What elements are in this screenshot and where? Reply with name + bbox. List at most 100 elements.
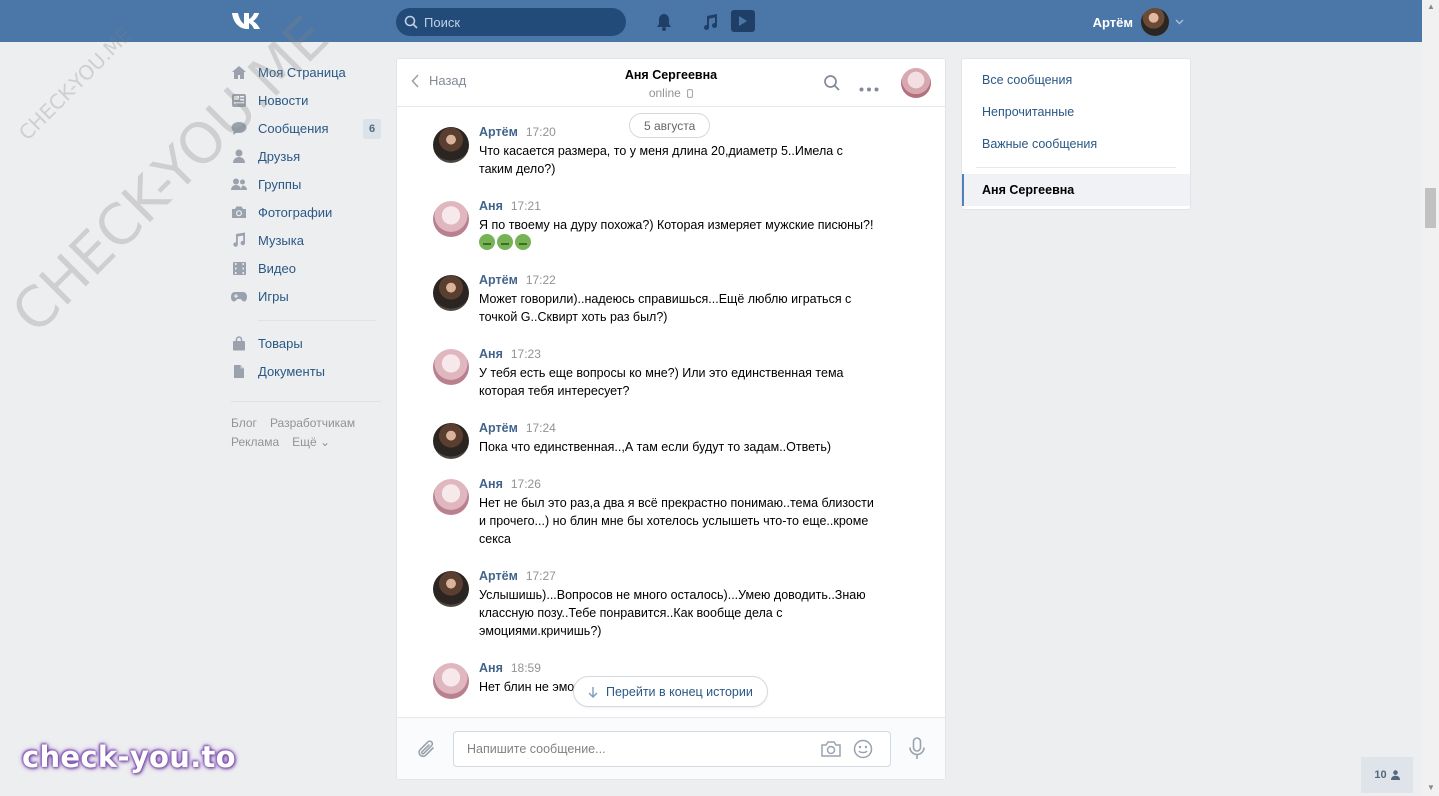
message-time: 17:26: [510, 477, 541, 491]
message-time: 17:27: [525, 569, 556, 583]
sidebar-item-my-page[interactable]: Моя Страница: [231, 58, 381, 86]
message-author[interactable]: Артём: [479, 569, 518, 583]
sidebar-item-games[interactable]: Игры: [231, 282, 381, 310]
sidebar-item-friends[interactable]: Друзья: [231, 142, 381, 170]
message-author[interactable]: Артём: [479, 421, 518, 435]
chat-header: Назад Аня Сергеевна online: [397, 59, 945, 107]
play-icon[interactable]: [731, 10, 755, 32]
scrollbar-thumb[interactable]: [1425, 188, 1436, 228]
message-author[interactable]: Аня: [479, 199, 503, 213]
message-input-placeholder: Напишите сообщение...: [467, 742, 606, 756]
scroll-up-icon[interactable]: ▲: [1426, 2, 1436, 11]
message-author[interactable]: Аня: [479, 477, 503, 491]
scroll-down-icon[interactable]: ▼: [1426, 783, 1436, 792]
avatar[interactable]: [433, 201, 469, 237]
online-friends-count: 10: [1374, 769, 1387, 781]
footer-link-blog[interactable]: Блог: [231, 414, 257, 433]
music-note-icon[interactable]: [701, 12, 719, 32]
avatar[interactable]: [433, 423, 469, 459]
messages-filter-panel: Все сообщения Непрочитанные Важные сообщ…: [961, 58, 1191, 210]
message-icon: [231, 120, 247, 136]
search-icon[interactable]: [823, 74, 841, 95]
message-time: 17:24: [525, 421, 556, 435]
avatar[interactable]: [433, 479, 469, 515]
camera-icon: [231, 204, 247, 220]
unread-messages-link[interactable]: Непрочитанные: [982, 105, 1074, 119]
microphone-icon[interactable]: [908, 737, 926, 764]
message-composer: Напишите сообщение...: [397, 717, 945, 779]
sidebar-item-goods[interactable]: Товары: [231, 329, 381, 357]
search-icon: [404, 15, 418, 29]
message-time: 17:20: [525, 125, 556, 139]
mobile-phone-icon: [687, 89, 694, 98]
message-time: 17:22: [525, 273, 556, 287]
avatar[interactable]: [901, 68, 931, 98]
bell-icon[interactable]: [655, 12, 673, 32]
sidebar-item-music[interactable]: Музыка: [231, 226, 381, 254]
chat-window: Назад Аня Сергеевна online 5 августа Арт…: [396, 58, 946, 780]
user-menu[interactable]: Артём: [1093, 7, 1184, 37]
gamepad-icon: [231, 288, 247, 304]
avatar[interactable]: [433, 571, 469, 607]
paperclip-icon[interactable]: [417, 738, 437, 763]
more-options-icon[interactable]: [859, 80, 879, 95]
nauseated-face-icon: [515, 234, 531, 250]
footer-link-more[interactable]: Ещё ⌄: [292, 433, 330, 452]
sidebar-item-groups[interactable]: Группы: [231, 170, 381, 198]
message-author[interactable]: Артём: [479, 273, 518, 287]
message-text: Может говорили)..надеюсь справишься...Ещ…: [479, 292, 852, 324]
active-dialog-item[interactable]: Аня Сергеевна: [962, 174, 1190, 206]
footer-link-ads[interactable]: Реклама: [231, 433, 279, 452]
avatar[interactable]: [433, 127, 469, 163]
important-messages-link[interactable]: Важные сообщения: [982, 137, 1097, 151]
sidebar-item-documents[interactable]: Документы: [231, 357, 381, 385]
message-text: Пока что единственная..,А там если будут…: [479, 440, 832, 454]
message-text: Я по твоему на дуру похожа?) Которая изм…: [479, 218, 874, 232]
news-icon: [231, 92, 247, 108]
all-messages-link[interactable]: Все сообщения: [982, 73, 1072, 87]
jump-to-end-label: Перейти в конец истории: [606, 684, 753, 699]
user-name: Артём: [1092, 14, 1133, 30]
avatar[interactable]: [433, 663, 469, 699]
page-scrollbar[interactable]: [1422, 0, 1439, 796]
arrow-down-icon: [588, 686, 598, 698]
message-time: 17:23: [510, 347, 541, 361]
sidebar-item-video[interactable]: Видео: [231, 254, 381, 282]
top-header: Поиск Артём: [0, 0, 1422, 42]
sidebar-item-news[interactable]: Новости: [231, 86, 381, 114]
sidebar-item-label: Товары: [258, 335, 303, 351]
message-text: Что касается размера, то у меня длина 20…: [479, 144, 843, 176]
avatar: [1141, 8, 1169, 36]
sidebar-item-label: Друзья: [258, 148, 301, 164]
vk-logo-icon[interactable]: [231, 11, 265, 31]
search-input[interactable]: Поиск: [396, 8, 626, 36]
message-text: Нет не был это раз,а два я всё прекрастн…: [479, 496, 874, 546]
chevron-down-icon: [1175, 19, 1184, 25]
message-author[interactable]: Аня: [479, 347, 503, 361]
music-icon: [231, 232, 247, 248]
person-icon: [1390, 770, 1400, 780]
sidebar-item-photos[interactable]: Фотографии: [231, 198, 381, 226]
smiley-icon[interactable]: [853, 739, 873, 762]
sidebar-item-label: Моя Страница: [258, 64, 346, 80]
jump-to-end-button[interactable]: Перейти в конец истории: [573, 676, 768, 707]
home-icon: [231, 64, 247, 80]
document-icon: [231, 363, 247, 379]
sidebar-item-label: Видео: [258, 260, 296, 276]
online-friends-button[interactable]: 10: [1361, 757, 1413, 793]
sidebar-item-messages[interactable]: Сообщения 6: [231, 114, 381, 142]
sidebar-item-label: Фотографии: [258, 204, 333, 220]
group-icon: [231, 176, 247, 192]
watermark-bottom: check-you.to: [22, 740, 236, 774]
sidebar-item-label: Игры: [258, 288, 289, 304]
camera-icon[interactable]: [820, 740, 842, 761]
message-text: Услышишь)...Вопросов не много осталось).…: [479, 588, 866, 638]
avatar[interactable]: [433, 349, 469, 385]
message-author[interactable]: Артём: [479, 125, 518, 139]
divider: [258, 320, 376, 321]
person-icon: [231, 148, 247, 164]
unread-count-badge: 6: [363, 119, 381, 139]
message-author[interactable]: Аня: [479, 661, 503, 675]
footer-link-developers[interactable]: Разработчикам: [270, 414, 355, 433]
avatar[interactable]: [433, 275, 469, 311]
